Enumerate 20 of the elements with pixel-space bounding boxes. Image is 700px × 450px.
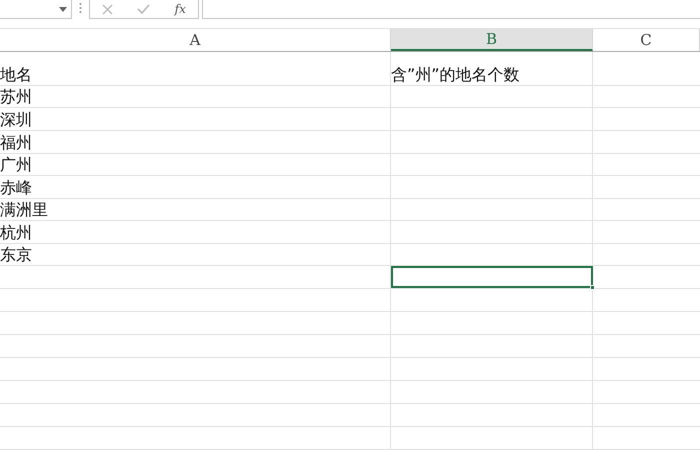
table-cell: 东京 xyxy=(0,244,391,266)
name-box[interactable] xyxy=(0,0,72,19)
column-header[interactable]: B xyxy=(391,29,593,52)
table-cell: 深圳 xyxy=(0,108,391,130)
column-header[interactable]: C xyxy=(593,29,700,52)
table-cell: 赤峰 xyxy=(0,176,391,198)
table-cell: 地名 xyxy=(0,52,391,85)
table-cell: 含”州”的地名个数 xyxy=(391,52,593,85)
table-cell: 福州 xyxy=(0,130,391,153)
table-cell: 杭州 xyxy=(0,221,391,243)
check-icon[interactable] xyxy=(137,4,150,14)
fill-handle[interactable] xyxy=(590,285,595,290)
dropdown-caret-icon xyxy=(59,6,67,12)
table-cell: 苏州 xyxy=(0,86,391,108)
table-cell: 满洲里 xyxy=(0,198,391,220)
cancel-icon[interactable] xyxy=(102,4,114,14)
function-button[interactable]: fx xyxy=(174,0,186,18)
formula-input[interactable] xyxy=(202,0,700,19)
table-cell: 广州 xyxy=(0,154,391,176)
dots-icon xyxy=(79,2,82,14)
